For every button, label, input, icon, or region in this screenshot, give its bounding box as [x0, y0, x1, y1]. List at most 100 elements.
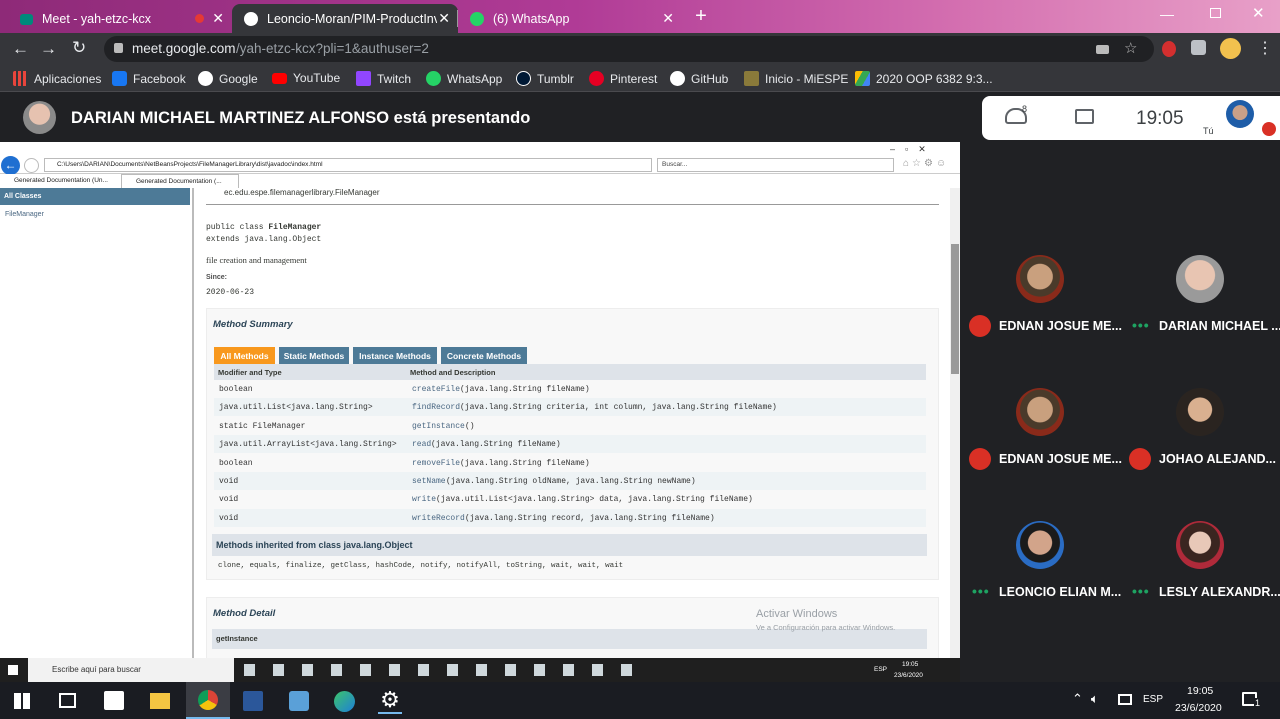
- since-label: Since:: [206, 274, 228, 281]
- bookmark-pinterest[interactable]: Pinterest: [589, 71, 657, 86]
- participant-name: DARIAN MICHAEL ...: [1159, 319, 1280, 333]
- tab-static-methods: Static Methods: [279, 347, 349, 364]
- bookmark-tumblr[interactable]: Tumblr: [516, 71, 574, 86]
- close-icon[interactable]: ✕: [438, 10, 450, 27]
- method-type: void: [219, 513, 239, 523]
- settings-gear-icon[interactable]: ⚙: [378, 688, 402, 714]
- chat-icon[interactable]: [1075, 109, 1094, 124]
- extension-red-icon[interactable]: [1162, 41, 1176, 57]
- profile-avatar[interactable]: [1220, 38, 1241, 59]
- method-type: static FileManager: [219, 421, 306, 431]
- bookmark-label: Inicio - MiESPE: [765, 71, 849, 86]
- bookmark-youtube[interactable]: YouTube: [272, 71, 340, 85]
- bookmark-whatsapp[interactable]: WhatsApp: [426, 71, 502, 86]
- bookmark-label: Facebook: [133, 71, 186, 86]
- ie-window-controls: –▫✕: [890, 144, 936, 154]
- ie-search: Buscar...: [657, 158, 894, 172]
- system-tray-icons: ⌃🔈︎: [1072, 691, 1107, 706]
- method-name-link: findRecord: [412, 403, 461, 413]
- method-name-link: read: [412, 440, 432, 450]
- google-icon: [198, 71, 213, 86]
- participant-avatar: [1176, 521, 1224, 569]
- bookmark-label: YouTube: [293, 71, 341, 85]
- bookmark-google[interactable]: Google: [198, 71, 258, 86]
- tab-github[interactable]: Leoncio-Moran/PIM-ProductInve ✕: [232, 4, 458, 33]
- close-icon[interactable]: ✕: [662, 10, 674, 27]
- tab-whatsapp[interactable]: (6) WhatsApp ✕: [458, 4, 682, 33]
- reload-button[interactable]: ↻: [72, 38, 86, 58]
- tab-meet[interactable]: Meet - yah-etzc-kcx ✕: [8, 4, 232, 33]
- table-row: static FileManager getInstance(): [214, 417, 926, 435]
- ie-browser-bar: ← C:\Users\DARIAN\Documents\NetBeansProj…: [0, 142, 960, 175]
- inner-lang: ESP: [874, 666, 888, 673]
- method-args: (java.lang.String fileName): [460, 385, 590, 394]
- menu-kebab-icon[interactable]: ⋮: [1257, 38, 1273, 58]
- recording-dot-icon: [195, 14, 204, 23]
- network-icon[interactable]: [1118, 694, 1132, 705]
- method-args: (java.lang.String fileName): [431, 440, 561, 450]
- pinterest-icon: [589, 71, 604, 86]
- tab-title: (6) WhatsApp: [493, 11, 570, 26]
- camera-blocked-icon[interactable]: [1096, 45, 1109, 54]
- participant-avatar: [1016, 255, 1064, 303]
- twitch-icon: [356, 71, 371, 86]
- language-indicator[interactable]: ESP: [1143, 694, 1163, 705]
- windows-taskbar: ⚙ ⌃🔈︎ ESP 19:05 23/6/2020 1: [0, 682, 1280, 719]
- bookmark-label: GitHub: [691, 71, 729, 86]
- inner-search-box: Escribe aquí para buscar: [28, 658, 234, 682]
- method-name-link: write: [412, 495, 437, 505]
- back-button[interactable]: ←: [12, 39, 29, 59]
- url-path: /yah-etzc-kcx?pli=1&authuser=2: [236, 41, 429, 56]
- table-row: boolean createFile (java.lang.String fileN…: [214, 380, 926, 398]
- store-icon[interactable]: [104, 691, 124, 710]
- close-window-button[interactable]: ✕: [1252, 4, 1265, 22]
- minimize-button[interactable]: —: [1160, 6, 1180, 22]
- google-drive-icon: [855, 71, 870, 86]
- participant-name: JOHAO ALEJAND...: [1159, 452, 1276, 466]
- participant-avatar: [1016, 521, 1064, 569]
- windows-start-icon[interactable]: [14, 693, 30, 709]
- participant-avatar: [1016, 388, 1064, 436]
- inner-windows-taskbar: Escribe aquí para buscar ESP 19:05 23/6/…: [0, 658, 960, 682]
- forward-button[interactable]: →: [40, 39, 57, 59]
- extensions-puzzle-icon[interactable]: [1191, 40, 1206, 55]
- method-detail-first: getInstance: [212, 629, 927, 649]
- word-icon[interactable]: [243, 691, 263, 711]
- close-icon[interactable]: ✕: [212, 10, 224, 27]
- method-args: (): [465, 421, 475, 431]
- virtualbox-icon[interactable]: [289, 691, 309, 711]
- since-value: 2020-06-23: [206, 288, 255, 297]
- class-description: file creation and management: [206, 255, 307, 265]
- bookmark-label: 2020 OOP 6382 9:3...: [876, 71, 993, 86]
- edge-icon[interactable]: [334, 691, 355, 712]
- decl-keyword: public class: [206, 223, 269, 232]
- ie-tab-active: Generated Documentation (...: [121, 174, 239, 188]
- speaking-indicator-icon: •••: [1132, 583, 1150, 599]
- ie-tab-label: Generated Documentation (...: [136, 178, 222, 185]
- method-name-link: getInstance: [412, 421, 465, 431]
- bookmark-apps[interactable]: Aplicaciones: [13, 71, 101, 86]
- star-icon[interactable]: ☆: [1124, 39, 1137, 57]
- inner-time: 19:05: [902, 661, 919, 668]
- bookmark-facebook[interactable]: Facebook: [112, 71, 186, 86]
- bookmark-drive-oop[interactable]: 2020 OOP 6382 9:3...: [855, 71, 993, 86]
- file-explorer-icon[interactable]: [150, 693, 170, 709]
- browser-tab-strip: Meet - yah-etzc-kcx ✕ Leoncio-Moran/PIM-…: [0, 0, 1280, 33]
- task-view-icon[interactable]: [59, 693, 76, 708]
- presenter-avatar: [23, 101, 56, 134]
- restore-button[interactable]: [1210, 8, 1221, 18]
- ie-address: C:\Users\DARIAN\Documents\NetBeansProjec…: [44, 158, 652, 172]
- new-tab-button[interactable]: +: [689, 5, 713, 29]
- tab-concrete-methods: Concrete Methods: [441, 347, 527, 364]
- bookmark-label: Aplicaciones: [34, 71, 102, 86]
- tab-instance-methods: Instance Methods: [353, 347, 437, 364]
- method-type: java.util.ArrayList<java.lang.String>: [219, 440, 397, 450]
- chrome-taskbar-button[interactable]: [186, 682, 230, 719]
- bookmark-miespe[interactable]: Inicio - MiESPE: [744, 71, 848, 86]
- method-detail-title: Method Detail: [213, 608, 276, 619]
- ie-path: C:\Users\DARIAN\Documents\NetBeansProjec…: [57, 161, 323, 168]
- bookmark-twitch[interactable]: Twitch: [356, 71, 411, 86]
- bookmark-github[interactable]: GitHub: [670, 71, 728, 86]
- address-bar[interactable]: meet.google.com /yah-etzc-kcx?pli=1&auth…: [104, 36, 1154, 62]
- shared-screen: ← C:\Users\DARIAN\Documents\NetBeansProj…: [0, 142, 960, 682]
